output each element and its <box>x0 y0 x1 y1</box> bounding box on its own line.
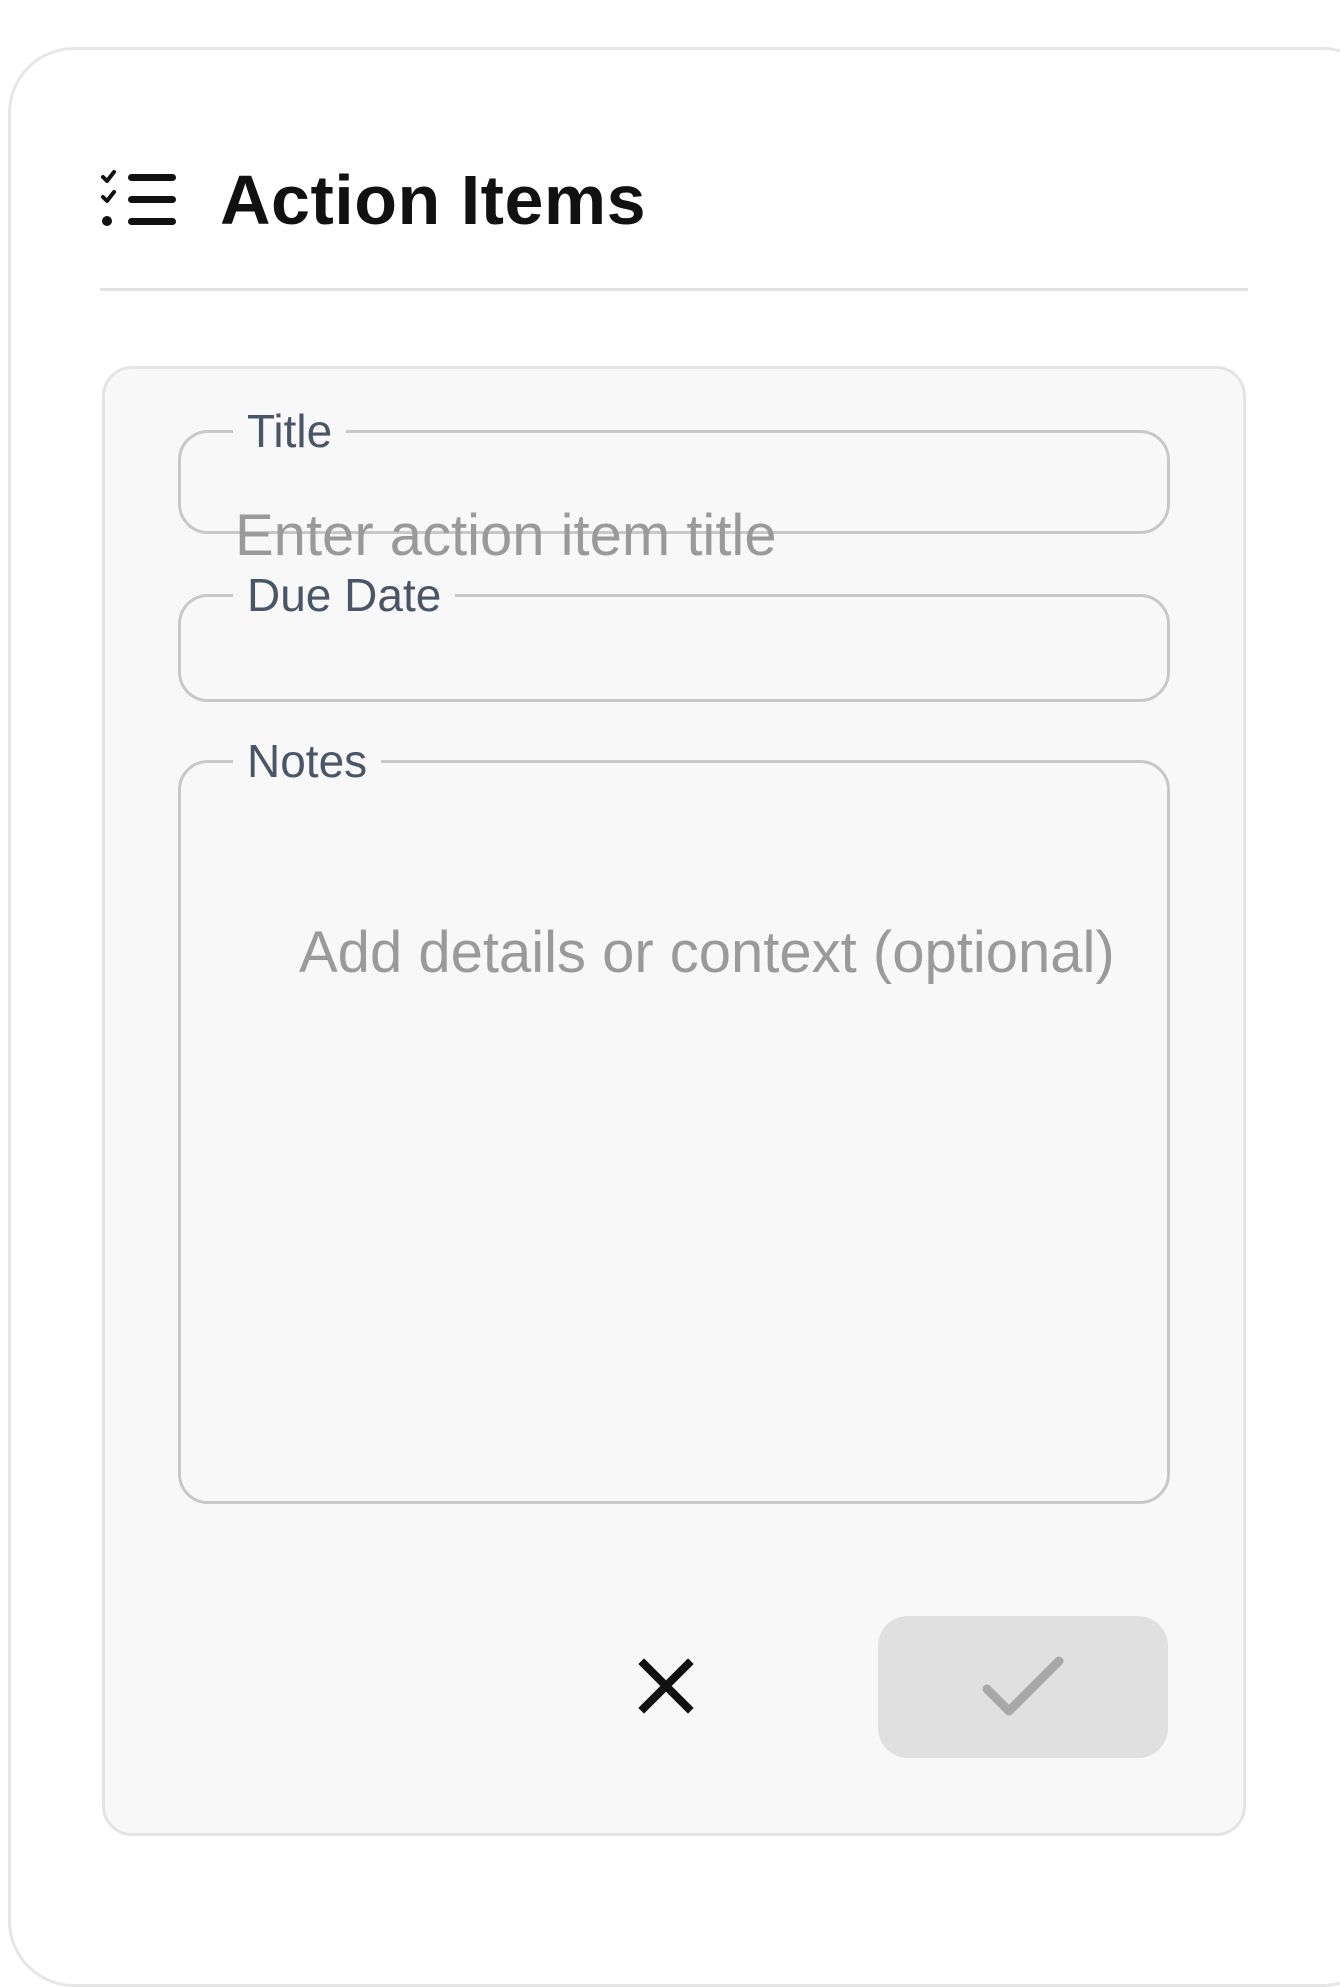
check-icon <box>982 1656 1064 1716</box>
header-divider <box>100 288 1248 291</box>
checklist-icon <box>101 170 176 226</box>
due-date-field: Due Date <box>178 569 1170 730</box>
notes-textarea[interactable] <box>299 904 1119 1464</box>
title-input[interactable] <box>235 502 1135 569</box>
due-date-input[interactable] <box>235 666 1135 730</box>
cancel-button[interactable] <box>630 1650 702 1722</box>
title-label: Title <box>247 405 333 457</box>
notes-field: Notes <box>178 738 1170 1504</box>
close-icon <box>638 1658 694 1714</box>
page-title: Action Items <box>220 161 647 239</box>
confirm-button[interactable] <box>878 1616 1168 1758</box>
due-date-label: Due Date <box>247 569 442 621</box>
title-field: Title <box>178 405 1170 569</box>
notes-label: Notes <box>247 735 368 787</box>
card-header: Action Items <box>100 160 646 240</box>
